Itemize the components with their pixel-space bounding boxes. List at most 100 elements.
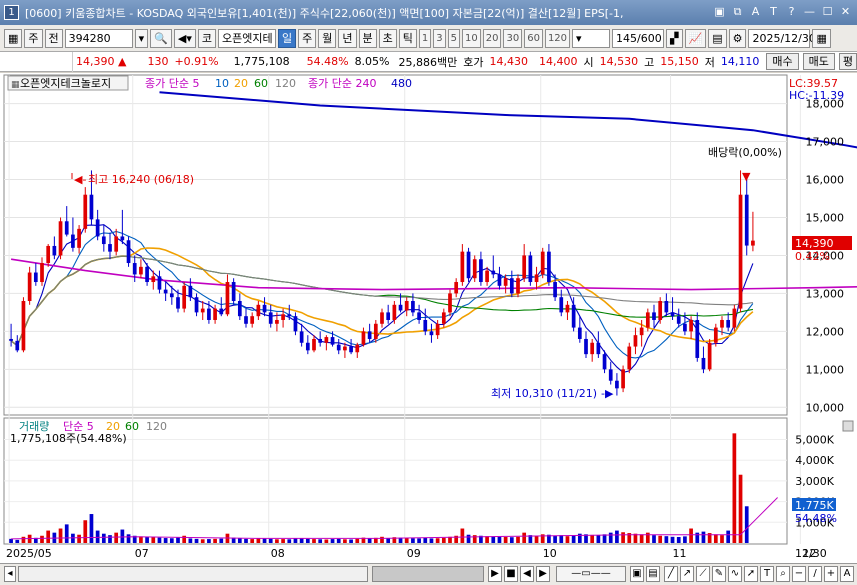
candle-body bbox=[336, 344, 341, 351]
period-tick[interactable]: 틱 bbox=[398, 28, 417, 48]
legend-ma120: 120 bbox=[275, 77, 296, 90]
current-price-tag: 14,390 bbox=[795, 237, 834, 250]
period-minute[interactable]: 분 bbox=[358, 28, 377, 48]
candle-body bbox=[21, 301, 26, 351]
chart-svg[interactable]: 18,00017,00016,00015,00014,00013,00012,0… bbox=[0, 73, 857, 563]
calendar-icon[interactable]: ▦ bbox=[812, 28, 831, 48]
font-icon[interactable]: A bbox=[748, 4, 763, 19]
period-day[interactable]: 일 bbox=[278, 28, 297, 48]
volume-bar bbox=[497, 536, 502, 543]
price-tick-label: 11,000 bbox=[806, 363, 845, 376]
draw-icon[interactable]: ✎ bbox=[712, 566, 726, 582]
legend-ma240: 종가 단순 240 bbox=[308, 77, 376, 90]
search-icon[interactable]: 🔍 bbox=[150, 28, 172, 48]
interval-60[interactable]: 60 bbox=[524, 28, 543, 48]
arrow-tool-icon[interactable]: ➚ bbox=[744, 566, 758, 582]
sell-button[interactable]: 매도 bbox=[802, 53, 835, 70]
data-count-field[interactable]: 145/600 bbox=[612, 28, 665, 48]
price-tick-label: 15,000 bbox=[806, 211, 845, 224]
candle-body bbox=[577, 327, 582, 339]
buy-button[interactable]: 매수 bbox=[766, 53, 799, 70]
window-number-badge[interactable]: 1 bbox=[4, 5, 19, 20]
period-week[interactable]: 주 bbox=[298, 28, 317, 48]
step-back-icon[interactable]: ◀ bbox=[520, 566, 534, 582]
price-change: 130 bbox=[147, 55, 169, 68]
bottom-bar: ◂ ▶ ■ ◀ ▶ —▭—— ▣ ▤ ╱ ↗ ⟋ ✎ ∿ ➚ T ⌕ − / +… bbox=[0, 563, 857, 585]
interval-120[interactable]: 120 bbox=[544, 28, 571, 48]
min-icon[interactable]: — bbox=[802, 4, 817, 19]
font-size-icon[interactable]: A bbox=[840, 566, 854, 582]
period-month[interactable]: 월 bbox=[318, 28, 337, 48]
candle-body bbox=[590, 342, 595, 355]
volume-bar bbox=[336, 538, 341, 543]
trend-icon[interactable]: ⟋ bbox=[696, 566, 710, 582]
price-tick-label: 13,000 bbox=[806, 287, 845, 300]
code-dropdown-icon[interactable]: ▾ bbox=[134, 28, 149, 48]
speaker-icon[interactable]: ◀▾ bbox=[173, 28, 196, 48]
volume-pane-close-icon[interactable] bbox=[842, 420, 854, 432]
text-icon[interactable]: T bbox=[766, 4, 781, 19]
candle-body bbox=[522, 255, 527, 279]
stock-code-input[interactable]: 394280 bbox=[64, 28, 133, 48]
candle-body bbox=[373, 323, 378, 339]
step-forward-icon[interactable]: ▶ bbox=[536, 566, 550, 582]
play-icon[interactable]: ▶ bbox=[488, 566, 502, 582]
main-button[interactable]: 주 bbox=[24, 28, 43, 48]
horizontal-scrollbar[interactable] bbox=[18, 566, 368, 582]
date-tick-label: 08 bbox=[271, 547, 285, 560]
zoom-out-icon[interactable]: − bbox=[792, 566, 806, 582]
wave-icon[interactable]: ∿ bbox=[728, 566, 742, 582]
price-pane[interactable] bbox=[3, 74, 788, 416]
volume-bar bbox=[460, 528, 465, 543]
volume-bar bbox=[176, 537, 180, 543]
candle-body bbox=[584, 338, 588, 355]
chart-type-icon[interactable]: 📈 bbox=[684, 28, 707, 48]
interval-5[interactable]: 5 bbox=[447, 28, 460, 48]
date-tick-label: 07 bbox=[135, 547, 149, 560]
scroll-left-icon[interactable]: ◂ bbox=[4, 566, 16, 582]
volume-bar bbox=[330, 539, 335, 543]
stop-icon[interactable]: ■ bbox=[504, 566, 518, 582]
magnifier-icon[interactable]: ⌕ bbox=[776, 566, 790, 582]
period-second[interactable]: 초 bbox=[378, 28, 397, 48]
help-icon[interactable]: ? bbox=[784, 4, 799, 19]
zoom-icon[interactable]: ▣ bbox=[630, 566, 644, 582]
interval-20[interactable]: 20 bbox=[482, 28, 502, 48]
zoom-in-icon[interactable]: + bbox=[824, 566, 838, 582]
window-icon[interactable]: ▣ bbox=[712, 4, 727, 19]
interval-select[interactable]: ▾ bbox=[572, 28, 611, 48]
interval-30[interactable]: 30 bbox=[503, 28, 523, 48]
volume-bar bbox=[101, 533, 106, 543]
period-year[interactable]: 년 bbox=[338, 28, 357, 48]
cursor-icon[interactable]: ↗ bbox=[680, 566, 694, 582]
max-icon[interactable]: ☐ bbox=[820, 4, 835, 19]
stock-name-field[interactable]: 오픈엣지테 bbox=[218, 28, 276, 48]
zoom-slider[interactable]: —▭—— bbox=[556, 566, 626, 582]
eval-button[interactable]: 평 bbox=[838, 53, 857, 70]
line-tool-icon[interactable]: ╱ bbox=[664, 566, 678, 582]
interval-10[interactable]: 10 bbox=[462, 28, 481, 48]
restore-icon[interactable]: ⧉ bbox=[730, 4, 745, 19]
close-icon[interactable]: ✕ bbox=[838, 4, 853, 19]
interval-1[interactable]: 1 bbox=[418, 28, 432, 48]
candle-body bbox=[157, 276, 162, 290]
chart-tools-icon[interactable]: ▞ bbox=[666, 28, 683, 48]
volume-bar bbox=[83, 520, 88, 543]
candle-body bbox=[163, 289, 168, 294]
text-tool-icon[interactable]: T bbox=[760, 566, 774, 582]
fit-icon[interactable]: ▤ bbox=[646, 566, 660, 582]
legend-ma20: 20 bbox=[234, 77, 248, 90]
interval-3[interactable]: 3 bbox=[433, 28, 446, 48]
chart-area[interactable]: 18,000 17,000 16,000 15,000 14,000 13,000 12,0… bbox=[0, 73, 857, 563]
prev-button[interactable]: 전 bbox=[44, 28, 63, 48]
gear-icon[interactable]: ⚙ bbox=[728, 28, 747, 48]
market-badge: 코 bbox=[197, 28, 216, 48]
candle-body bbox=[281, 314, 285, 320]
candle-body bbox=[380, 312, 384, 324]
volume-bar bbox=[9, 538, 13, 543]
grid-icon[interactable]: ▦ bbox=[4, 28, 23, 48]
date-field[interactable]: 2025/12/30 bbox=[748, 28, 816, 48]
save-icon[interactable]: ▤ bbox=[708, 28, 727, 48]
scrollbar-thumb[interactable] bbox=[372, 566, 484, 582]
candle-body bbox=[386, 312, 391, 320]
